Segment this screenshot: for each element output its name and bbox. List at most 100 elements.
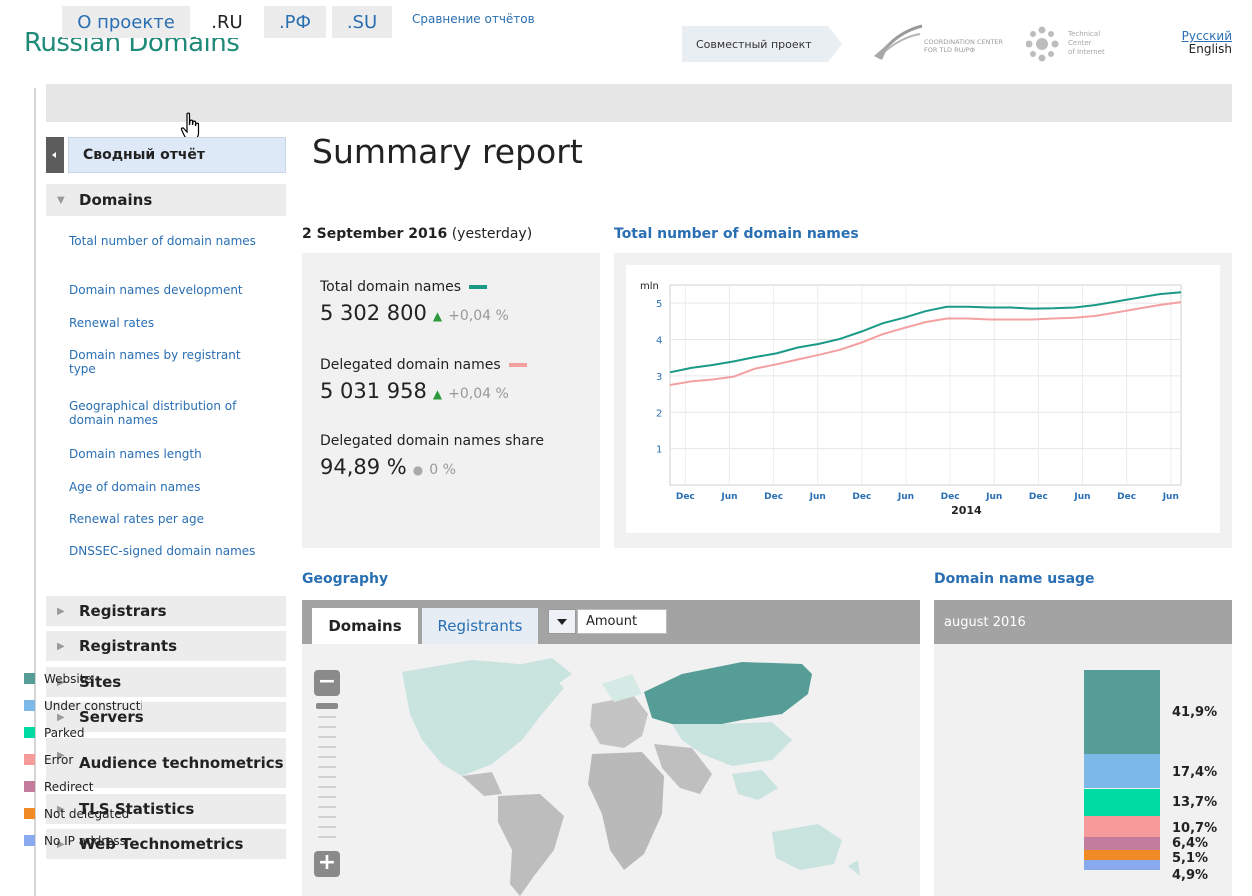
tci-logo-line2: Center [1068,39,1092,47]
chevron-down-icon[interactable] [548,609,576,634]
tab-geo-registrants[interactable]: Registrants [422,608,538,644]
geo-metric-select[interactable]: Amount [577,609,667,634]
chart-area: 1 2 3 4 5 Dec Jun Dec Jun Dec Jun Dec Jun Dec Jun Dec Ju… [626,265,1220,533]
usage-bar-segment[interactable] [1084,860,1160,870]
series-line-1 [669,301,1182,386]
usage-pct-redirect: 6,4% [1172,836,1209,851]
map-russia[interactable] [644,662,812,728]
zoom-tick[interactable] [318,816,336,818]
map-australia[interactable] [772,824,842,870]
triangle-down-icon: ▼ [57,194,65,206]
triangle-right-icon: ▶ [57,605,65,617]
usage-legend-not-delegated[interactable]: Not delegated [24,807,142,821]
usage-pct-no-ip: 4,9% [1172,868,1209,883]
y-tick-label: 4 [656,336,662,347]
tab-rf[interactable]: .РФ [264,6,326,38]
usage-pct-error: 10,7% [1172,821,1218,836]
zoom-tick[interactable] [318,756,336,758]
x-tick-label: Dec [941,492,960,502]
sidebar-section-registrants[interactable]: ▶ Registrants [46,631,286,661]
x-tick-label: Dec [676,492,695,502]
map-central-america[interactable] [462,772,502,796]
sidebar-summary-report[interactable]: Сводный отчёт [68,137,286,173]
series-line-0 [669,291,1182,374]
chart-panel: 1 2 3 4 5 Dec Jun Dec Jun Dec Jun Dec Jun Dec Jun Dec Ju… [614,253,1232,548]
map-southeast-asia[interactable] [732,770,778,800]
zoom-slider-handle[interactable] [316,703,338,709]
tab-su[interactable]: .SU [332,6,392,38]
main-tab-bar [46,84,1232,122]
usage-legend-under-construction[interactable]: Under construction [24,699,142,713]
stats-panel: Total domain names 5 302 800 ▲ +0,04 % Del… [302,253,600,548]
legend-swatch [24,754,35,765]
usage-period[interactable]: august 2016 [934,600,1232,644]
map-new-zealand[interactable] [848,860,860,876]
usage-bar-segment[interactable] [1084,788,1160,816]
usage-legend-no-ip[interactable]: No IP address [24,834,142,848]
map-europe[interactable] [590,696,648,748]
zoom-tick[interactable] [318,726,336,728]
usage-stacked-bar[interactable] [1084,670,1160,870]
sidebar-collapse-button[interactable] [46,137,64,173]
chart-title[interactable]: Total number of domain names [614,226,859,242]
usage-legend-website[interactable]: Website [24,672,142,686]
lang-english-current: English [1188,42,1232,56]
usage-legend-redirect[interactable]: Redirect [24,780,142,794]
y-tick-label: 5 [656,299,662,310]
zoom-out-button[interactable]: − [314,670,340,696]
usage-legend-error[interactable]: Error [24,753,142,767]
sidebar-item-renewal-rates[interactable]: Renewal rates [69,316,269,330]
sidebar-item-dnssec[interactable]: DNSSEC-signed domain names [69,544,269,558]
sidebar-item-age[interactable]: Age of domain names [69,480,269,494]
usage-pct-under-construction: 17,4% [1172,765,1218,780]
usage-bar-segment[interactable] [1084,753,1160,789]
domain-count-line-chart[interactable]: 1 2 3 4 5 Dec Jun Dec Jun Dec Jun Dec Jun Dec Jun Dec Ju… [626,265,1220,533]
usage-bar-segment[interactable] [1084,670,1160,754]
zoom-tick[interactable] [318,766,336,768]
x-tick-label: Dec [764,492,783,502]
zoom-tick[interactable] [318,806,336,808]
map-south-america[interactable] [498,794,564,896]
sidebar-item-geographical[interactable]: Geographical distribution of domain name… [69,399,269,427]
zoom-in-button[interactable]: + [314,851,340,877]
coordination-center-logo[interactable]: COORDINATION CENTER FOR TLD RU/РФ [870,22,1010,62]
zoom-tick[interactable] [318,786,336,788]
map-scandinavia[interactable] [602,674,642,702]
world-map-graphic[interactable] [302,644,920,896]
sidebar-item-registrant-type[interactable]: Domain names by registrant type [69,348,269,376]
y-tick-label: 3 [656,372,662,383]
usage-bar-segment[interactable] [1084,850,1160,861]
zoom-tick[interactable] [318,826,336,828]
y-tick-label: 1 [656,445,662,456]
zoom-tick[interactable] [318,716,336,718]
sidebar-section-registrars[interactable]: ▶ Registrars [46,596,286,626]
zoom-tick[interactable] [318,776,336,778]
usage-legend-parked[interactable]: Parked [24,726,142,740]
zoom-tick[interactable] [318,746,336,748]
world-map[interactable] [302,644,920,896]
legend-swatch [24,781,35,792]
sidebar-item-development[interactable]: Domain names development [69,283,269,297]
tab-geo-domains[interactable]: Domains [312,608,418,644]
tab-about[interactable]: О проекте [62,6,190,38]
zoom-tick[interactable] [318,796,336,798]
technical-center-logo[interactable]: Technical Center of Internet [1026,24,1126,64]
zoom-tick[interactable] [318,736,336,738]
frame-border [34,88,36,896]
usage-bar-segment[interactable] [1084,837,1160,850]
usage-pct-not-delegated: 5,1% [1172,851,1209,866]
sidebar-section-domains[interactable]: ▼ Domains [46,184,286,216]
sidebar-item-renewal-per-age[interactable]: Renewal rates per age [69,512,269,526]
x-tick-label: Jun [809,492,826,502]
tab-compare-reports[interactable]: Сравнение отчётов [412,12,535,26]
zoom-tick[interactable] [318,836,336,838]
sidebar-item-length[interactable]: Domain names length [69,447,269,461]
legend-swatch [24,700,35,711]
usage-bar-segment[interactable] [1084,815,1160,838]
sidebar-section-label: Registrars [79,602,167,620]
sidebar-item-total-number[interactable]: Total number of domain names [69,234,269,248]
tab-ru[interactable]: .RU [196,6,258,38]
map-africa[interactable] [588,752,664,870]
x-tick-label: Jun [1162,492,1179,502]
stat-share-delta: 0 % [429,462,456,478]
